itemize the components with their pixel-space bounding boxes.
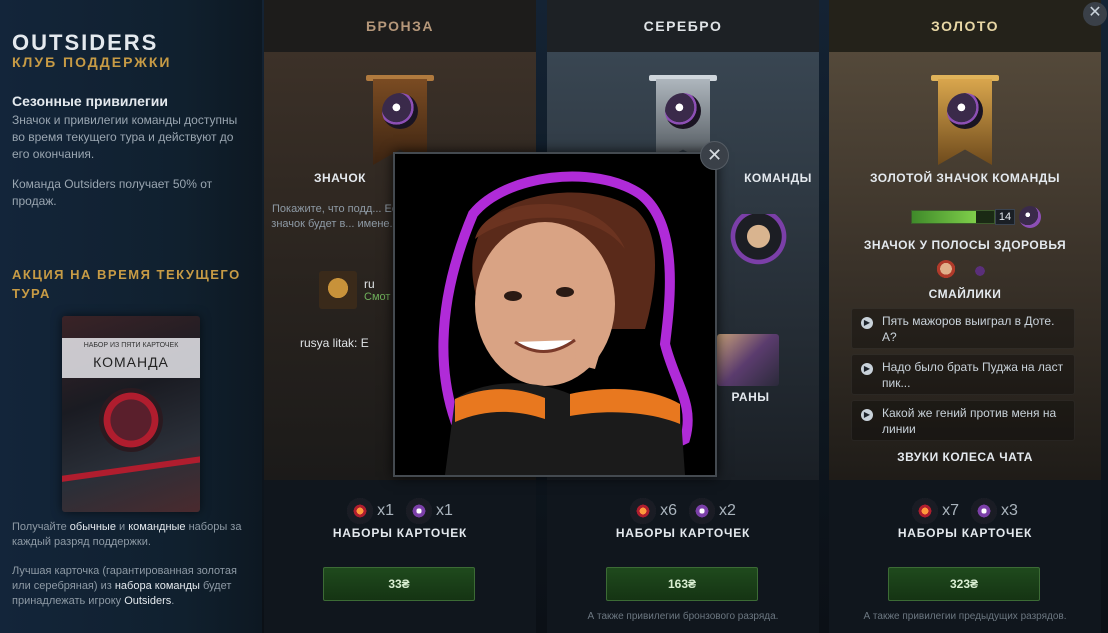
hero-level-badge: 14 — [995, 209, 1015, 225]
standard-pack-icon — [630, 498, 657, 524]
buy-gold-button[interactable]: 323₴ — [888, 567, 1040, 601]
team-subtitle: КЛУБ ПОДДЕРЖКИ — [12, 54, 172, 70]
chat-wheel-sound-1[interactable]: ▶ Пять мажоров выиграл в Доте. А? — [851, 308, 1075, 349]
app-root: OUTSIDERS КЛУБ ПОДДЕРЖКИ Сезонные привил… — [0, 0, 1108, 633]
team-pack-item: x3 — [971, 498, 1018, 524]
emotes-label: СМАЙЛИКИ — [928, 287, 1002, 301]
pack-note-c: и — [115, 521, 129, 533]
bronze-chat-line: rusya litak: E — [300, 336, 369, 350]
standard-pack-count: x6 — [660, 502, 677, 519]
pack-note-a: Получайте — [12, 521, 70, 533]
privileges-text-2: Команда Outsiders получает 50% от продаж… — [12, 177, 213, 208]
privileges-text: Значок и привилегии команды доступны во … — [12, 113, 238, 161]
standard-pack-item: x7 — [912, 498, 959, 524]
standard-pack-count: x1 — [377, 502, 394, 519]
silver-packs: x6 x2 — [547, 498, 819, 524]
health-bar — [911, 210, 995, 224]
pack-note: Получайте обычные и командные наборы за … — [12, 520, 257, 550]
popup-close-icon[interactable]: ✕ — [700, 141, 729, 170]
gold-packs-label: НАБОРЫ КАРТОЧЕК — [897, 526, 1033, 540]
gold-packs: x7 x3 — [829, 498, 1101, 524]
gold-badge-title: ЗОЛОТОЙ ЗНАЧОК КОМАНДЫ — [869, 171, 1061, 185]
silver-loading-screen-icon — [717, 334, 779, 386]
team-title: OUTSIDERS — [12, 30, 159, 55]
chat-line-text: E — [360, 336, 369, 350]
sound-2-text: Надо было брать Пуджа на ласт пик... — [882, 360, 1064, 390]
pack-big-label: КОМАНДА — [93, 354, 169, 370]
chat-wheel-sound-2[interactable]: ▶ Надо было брать Пуджа на ласт пик... — [851, 354, 1075, 395]
pack-small-label: НАБОР ИЗ ПЯТИ КАРТОЧЕК — [83, 342, 179, 349]
team-pack-icon — [971, 498, 997, 524]
emote-preview-popup — [393, 152, 717, 477]
best-card-note-d: Outsiders — [124, 595, 172, 607]
pack-note-b: обычные — [69, 521, 116, 533]
close-icon[interactable]: ✕ — [1083, 2, 1107, 26]
best-card-note-b: набора команды — [114, 580, 200, 592]
privileges-title: Сезонные привилегии — [12, 93, 168, 109]
emote-purple-icon — [967, 262, 993, 280]
standard-pack-item: x1 — [347, 498, 394, 524]
tier-bronze-footer: x1 x1 НАБОРЫ КАРТОЧЕК 33₴ — [264, 480, 536, 633]
gold-banner-icon — [931, 75, 999, 167]
team-pack-icon — [406, 498, 432, 524]
chat-avatar — [319, 271, 357, 309]
promo-title: АКЦИЯ НА ВРЕМЯ ТЕКУЩЕГО ТУРА — [12, 267, 241, 301]
team-pack-count: x2 — [719, 502, 736, 519]
bronze-chat-name: ru — [364, 277, 375, 291]
silver-emote-icon — [727, 214, 797, 270]
standard-pack-item: x6 — [630, 498, 677, 524]
team-pack-count: x3 — [1001, 502, 1018, 519]
bronze-chat-sub: Смот — [364, 291, 390, 303]
gold-note: А также привилегии предыдущих разрядов. — [863, 611, 1067, 622]
chat-sub: Смот — [364, 291, 391, 303]
chat-wheel-sound-3[interactable]: ▶ Какой же гений против меня на линии — [851, 400, 1075, 441]
tier-silver-label: СЕРЕБРО — [547, 0, 819, 52]
card-pack-image[interactable]: НАБОР ИЗ ПЯТИ КАРТОЧЕК КОМАНДА — [62, 316, 200, 512]
standard-pack-count: x7 — [942, 502, 959, 519]
chat-wheel-label: ЗВУКИ КОЛЕСА ЧАТА — [897, 450, 1033, 464]
chat-name: ru — [364, 277, 375, 291]
team-pack-icon — [689, 498, 715, 524]
emote-face-icon — [936, 260, 956, 282]
tier-gold-footer: x7 x3 НАБОРЫ КАРТОЧЕК 323₴ А также приви… — [829, 480, 1101, 633]
health-bar-fill — [912, 211, 976, 223]
buy-silver-button[interactable]: 163₴ — [606, 567, 758, 601]
team-pack-item: x1 — [406, 498, 453, 524]
bronze-packs-label: НАБОРЫ КАРТОЧЕК — [332, 526, 468, 540]
pack-stripe — [62, 454, 200, 484]
tier-bronze-label: БРОНЗА — [264, 0, 536, 52]
team-pack-item: x2 — [689, 498, 736, 524]
sound-3-text: Какой же гений против меня на линии — [882, 406, 1057, 436]
tier-gold: ЗОЛОТО ЗОЛОТОЙ ЗНАЧОК КОМАНДЫ 14 ЗНАЧОК … — [829, 0, 1101, 633]
pack-note-d: командные — [128, 521, 186, 533]
emote-preview-image — [395, 154, 715, 475]
team-pack-count: x1 — [436, 502, 453, 519]
silver-packs-label: НАБОРЫ КАРТОЧЕК — [615, 526, 751, 540]
speaker-icon: ▶ — [861, 409, 873, 421]
best-card-note: Лучшая карточка (гарантированная золотая… — [12, 564, 257, 609]
standard-pack-icon — [912, 498, 939, 524]
team-badge-icon — [1019, 206, 1041, 228]
buy-bronze-button[interactable]: 33₴ — [323, 567, 475, 601]
standard-pack-icon — [347, 498, 374, 524]
chat-line-name: rusya litak: — [300, 336, 358, 350]
sidebar: OUTSIDERS КЛУБ ПОДДЕРЖКИ Сезонные привил… — [0, 0, 262, 633]
tier-gold-label: ЗОЛОТО — [829, 0, 1101, 52]
bronze-packs: x1 x1 — [264, 498, 536, 524]
hp-badge-label: ЗНАЧОК У ПОЛОСЫ ЗДОРОВЬЯ — [863, 238, 1067, 252]
silver-note: А также привилегии бронзового разряда. — [587, 611, 779, 622]
team-logo-icon — [99, 388, 163, 452]
speaker-icon: ▶ — [861, 317, 873, 329]
speaker-icon: ▶ — [861, 363, 873, 375]
best-card-note-e: . — [171, 595, 175, 607]
sound-1-text: Пять мажоров выиграл в Доте. А? — [882, 314, 1055, 344]
tier-silver-footer: x6 x2 НАБОРЫ КАРТОЧЕК 163₴ А также приви… — [547, 480, 819, 633]
